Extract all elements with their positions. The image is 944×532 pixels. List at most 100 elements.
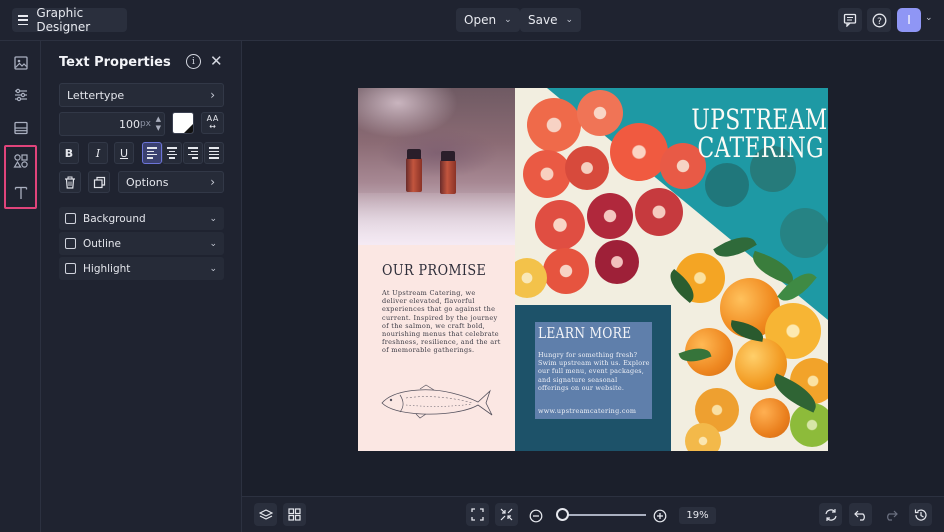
close-icon[interactable]: ✕ [210,52,223,70]
align-justify-button[interactable] [204,142,224,164]
canvas-area[interactable]: UPSTREAM CATERING OUR PROMISE At Upstrea… [242,41,944,496]
options-label: Options [126,175,169,189]
zoom-in-button[interactable] [653,508,667,527]
undo-button[interactable] [849,503,872,526]
rail-graphics-button[interactable] [11,151,31,171]
headline-text[interactable]: UPSTREAM CATERING [691,103,828,164]
fit-screen-button[interactable] [466,503,489,526]
outline-checkbox[interactable] [65,238,76,249]
zoom-out-icon [529,509,543,523]
effect-background-row[interactable]: Background ⌄ [59,207,224,230]
top-bar: Graphic Designer Open ⌄ Save ⌄ ? I ⌄ [0,0,944,41]
zoom-in-icon [653,509,667,523]
chevron-up-icon[interactable]: ▲ [156,115,161,124]
bottom-toolbar: 19% [242,496,944,532]
info-icon[interactable]: i [186,54,201,69]
shapes-icon [13,154,28,168]
main-menu-button[interactable]: Graphic Designer [12,6,127,34]
salmon-illustration[interactable] [376,383,494,419]
rail-image-button[interactable] [11,53,31,73]
effect-highlight-row[interactable]: Highlight ⌄ [59,257,224,280]
align-right-button[interactable] [183,142,203,164]
grid-button[interactable] [283,503,306,526]
effect-outline-row[interactable]: Outline ⌄ [59,232,224,255]
zoom-out-button[interactable] [529,508,543,527]
image-icon [14,56,28,70]
promise-title[interactable]: OUR PROMISE [382,261,486,279]
svg-text:?: ? [877,17,882,27]
refresh-icon [824,508,837,521]
design-document[interactable]: UPSTREAM CATERING OUR PROMISE At Upstrea… [358,88,828,451]
learn-more-section[interactable]: LEARN MORE Hungry for something fresh? S… [515,305,671,451]
zoom-slider-thumb[interactable] [555,508,569,521]
avatar[interactable]: I [897,8,921,32]
learn-more-box[interactable]: LEARN MORE Hungry for something fresh? S… [535,322,652,419]
align-center-button[interactable] [162,142,182,164]
text-case-button[interactable]: A A ↔ [201,112,224,134]
effect-label: Background [83,212,146,225]
effect-label: Highlight [83,262,131,275]
align-justify-icon [209,147,219,159]
chevron-down-icon[interactable]: ⌄ [925,13,933,23]
font-family-select[interactable]: Lettertype › [59,83,224,107]
app-title: Graphic Designer [36,6,91,34]
chevron-down-icon: ⌄ [504,15,512,25]
underline-button[interactable]: U [114,142,134,164]
underline-label: U [119,146,129,160]
history-button[interactable] [909,503,932,526]
zoom-level[interactable]: 19% [679,507,716,524]
headline-line-2: CATERING [697,131,824,164]
chevron-right-icon: › [210,88,215,102]
comment-button[interactable] [838,8,862,32]
learn-more-title[interactable]: LEARN MORE [538,324,631,342]
chevron-down-icon[interactable]: ▼ [156,124,161,133]
panel-title: Text Properties [59,55,171,70]
refresh-button[interactable] [819,503,842,526]
tool-rail [0,41,41,532]
align-left-button[interactable] [142,142,162,164]
fit-screen-icon [471,508,484,521]
bold-button[interactable]: B [59,142,79,164]
undo-icon [853,510,865,521]
rail-layout-button[interactable] [11,118,31,138]
save-label: Save [528,13,558,27]
comment-icon [843,13,857,27]
help-icon: ? [872,13,886,27]
rail-text-button[interactable] [11,183,31,203]
background-checkbox[interactable] [65,213,76,224]
font-size-input[interactable]: 100 px ▲ ▼ [59,112,165,136]
redo-button[interactable] [879,503,902,526]
headline-line-1: UPSTREAM [691,103,828,136]
bottles-photo[interactable] [358,88,515,245]
avatar-initial: I [907,13,911,27]
trash-icon [65,176,75,189]
layers-button[interactable] [254,503,277,526]
font-size-value: 100 [119,118,140,131]
open-dropdown[interactable]: Open ⌄ [456,8,520,32]
font-family-value: Lettertype [67,88,125,102]
learn-more-body[interactable]: Hungry for something fresh? Swim upstrea… [538,351,650,392]
layout-icon [14,121,28,135]
shrink-button[interactable] [495,503,518,526]
text-properties-panel: Text Properties i ✕ Lettertype › 100 px … [41,41,242,532]
rail-adjust-button[interactable] [11,85,31,105]
sliders-icon [15,88,27,102]
redo-icon [886,510,898,521]
text-color-swatch[interactable] [172,112,194,134]
font-size-stepper[interactable]: ▲ ▼ [156,115,161,133]
save-dropdown[interactable]: Save ⌄ [520,8,582,32]
options-button[interactable]: Options › [118,171,224,193]
learn-more-url[interactable]: www.upstreamcatering.com [538,407,636,415]
help-button[interactable]: ? [867,8,891,32]
promise-body[interactable]: At Upstream Catering, we deliver elevate… [382,289,502,355]
italic-button[interactable]: I [88,142,108,164]
bottle-image [406,149,422,192]
italic-label: I [95,146,101,160]
zoom-slider[interactable] [560,514,646,516]
duplicate-button[interactable] [88,171,110,193]
delete-button[interactable] [59,171,81,193]
align-center-icon [167,147,177,159]
highlight-checkbox[interactable] [65,263,76,274]
open-label: Open [464,13,497,27]
chevron-down-icon: ⌄ [209,238,217,249]
